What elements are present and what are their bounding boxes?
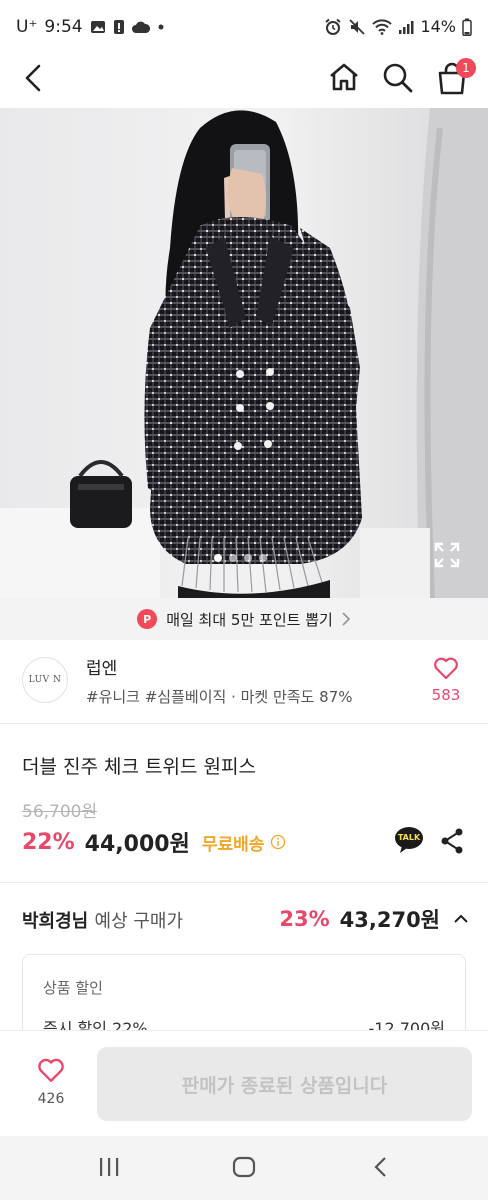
cloud-icon (131, 21, 150, 33)
shop-tags: #유니크 #심플베이직 · 마켓 만족도 87% (86, 688, 353, 706)
status-left: U⁺ 9:54 (16, 17, 165, 37)
shop-like-button[interactable]: 583 (426, 656, 466, 704)
expected-price: 43,270원 (339, 908, 440, 932)
carrier-label: U⁺ (16, 17, 38, 37)
points-banner-text: 매일 최대 5만 포인트 뽑기 (166, 610, 333, 629)
fullscreen-icon[interactable] (434, 542, 460, 568)
original-price: 56,700원 (22, 802, 98, 822)
cart-count-badge: 1 (456, 58, 476, 78)
expected-price-label: 예상 구매가 (94, 911, 184, 932)
home-nav-icon[interactable] (232, 1156, 256, 1178)
shop-name[interactable]: 럽엔 (86, 654, 117, 679)
heart-icon (434, 657, 458, 680)
heart-icon (38, 1058, 64, 1082)
product-photo (0, 108, 488, 598)
gallery-dot (214, 554, 222, 562)
free-shipping-label: 무료배송 (201, 834, 265, 855)
shop-section[interactable]: LUV N 럽엔 #유니크 #심플베이직 · 마켓 만족도 87% 583 (0, 640, 488, 724)
shop-logo[interactable]: LUV N (22, 657, 68, 703)
mute-icon (349, 18, 366, 35)
share-icon[interactable] (440, 828, 464, 854)
kakao-talk-label: TALK (397, 833, 421, 842)
system-nav-bar (0, 1136, 488, 1200)
sold-out-button[interactable]: 판매가 종료된 상품입니다 (97, 1047, 472, 1121)
back-nav-icon[interactable] (372, 1156, 390, 1178)
wifi-icon (372, 18, 393, 35)
product-image[interactable] (0, 108, 488, 598)
back-icon[interactable] (22, 64, 46, 92)
battery-icon (462, 18, 472, 36)
product-like-button[interactable]: 426 (26, 1057, 76, 1107)
alert-icon (113, 20, 124, 34)
app-header: 1 (0, 56, 488, 108)
sale-price: 44,000원 (84, 832, 190, 857)
info-icon[interactable] (270, 834, 286, 850)
bottom-action-bar: 426 판매가 종료된 상품입니다 (0, 1030, 488, 1136)
kakao-talk-button[interactable]: TALK (394, 826, 424, 858)
product-title: 더블 진주 체크 트위드 원피스 (22, 756, 256, 778)
chevron-right-icon (342, 612, 351, 626)
status-right: 14% (324, 17, 472, 36)
section-divider (0, 882, 488, 883)
expected-discount-rate: 23% (279, 907, 330, 931)
cart-button[interactable]: 1 (434, 58, 478, 100)
clock: 9:54 (44, 17, 83, 37)
expected-price-toggle[interactable]: 23% 43,270원 (279, 904, 468, 934)
discount-card-title: 상품 할인 (43, 979, 103, 997)
gallery-dot (244, 554, 252, 562)
signal-icon (399, 20, 414, 34)
gallery-indicator (214, 554, 267, 562)
status-bar: U⁺ 9:54 14% (0, 0, 488, 56)
gallery-dot (259, 554, 267, 562)
battery-label: 14% (420, 17, 456, 36)
chevron-up-icon (454, 914, 468, 923)
expected-price-header[interactable]: 박희경님 예상 구매가 (22, 907, 183, 933)
user-name: 박희경님 (22, 911, 89, 932)
shop-like-count: 583 (431, 686, 461, 704)
points-badge-icon: P (137, 609, 158, 629)
alarm-icon (325, 18, 342, 35)
product-like-count: 426 (37, 1091, 65, 1107)
gallery-dot (229, 554, 237, 562)
home-icon[interactable] (328, 62, 360, 92)
discount-rate: 22% (22, 829, 75, 855)
recent-apps-icon[interactable] (98, 1156, 120, 1178)
dot-icon (158, 24, 164, 30)
image-icon (90, 21, 105, 33)
search-icon[interactable] (382, 62, 414, 94)
price-row: 22% 44,000원 무료배송 (22, 826, 286, 858)
points-banner[interactable]: P 매일 최대 5만 포인트 뽑기 (0, 598, 488, 640)
